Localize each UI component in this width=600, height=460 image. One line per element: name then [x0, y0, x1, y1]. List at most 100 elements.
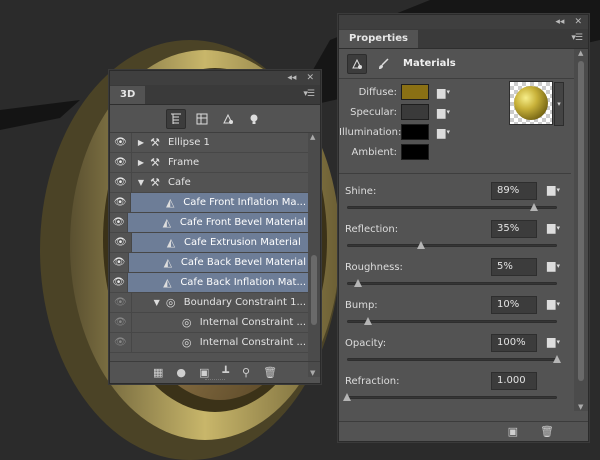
vertical-scrollbar[interactable]: ▲ ▼: [308, 133, 320, 377]
scroll-up-icon[interactable]: ▲: [578, 49, 583, 57]
reflection-value-input[interactable]: 35%: [491, 220, 537, 238]
new-light-icon[interactable]: ┻: [222, 366, 229, 379]
panel-menu-icon[interactable]: ▾☰: [303, 89, 315, 99]
visibility-eye-icon[interactable]: 👁: [110, 173, 132, 192]
scroll-down-icon[interactable]: ▼: [578, 403, 583, 411]
tab-properties[interactable]: Properties: [339, 30, 418, 48]
light-bulb-icon[interactable]: ●: [176, 366, 186, 379]
folder-icon[interactable]: ▆ ▾: [547, 183, 560, 196]
specular-color-swatch[interactable]: [401, 104, 429, 120]
bump-slider-track[interactable]: [347, 320, 557, 323]
diffuse-color-swatch[interactable]: [401, 84, 429, 100]
expand-toggle-icon[interactable]: ▼: [152, 298, 162, 307]
bump-slider-knob[interactable]: [364, 317, 372, 325]
layer-name: Internal Constraint ...: [199, 337, 306, 348]
3d-panel: ◂◂ ✕ 3D ▾☰ 👁 ▶ ⚒ Ellipse 1 👁 ▶ ⚒ Frame 👁 ▼ ⚒ Cafe 👁 ◭…: [109, 70, 321, 384]
visibility-eye-icon[interactable]: 👁: [110, 253, 129, 272]
visibility-eye-icon[interactable]: 👁: [110, 233, 132, 252]
tab-3d[interactable]: 3D: [110, 86, 146, 104]
illumination-color-swatch[interactable]: [401, 124, 429, 140]
new-material-icon[interactable]: ▣: [508, 425, 518, 438]
folder-icon[interactable]: ▆ ▾: [437, 106, 450, 119]
ambient-color-swatch[interactable]: [401, 144, 429, 160]
trash-icon[interactable]: 🗑: [263, 366, 277, 379]
shine-value-input[interactable]: 89%: [491, 182, 537, 200]
meshes-icon[interactable]: [192, 109, 212, 129]
visibility-eye-icon[interactable]: 👁: [110, 133, 132, 152]
folder-icon[interactable]: ▆ ▾: [437, 86, 450, 99]
lights-icon[interactable]: [244, 109, 264, 129]
visibility-eye-icon[interactable]: 👁: [110, 193, 132, 212]
trash-icon[interactable]: 🗑: [540, 425, 554, 438]
visibility-eye-icon[interactable]: 👁: [110, 313, 132, 332]
layer-row[interactable]: 👁 ◭ Cafe Front Bevel Material: [110, 213, 320, 233]
material-preview[interactable]: ▾: [509, 81, 564, 126]
visibility-eye-icon[interactable]: 👁: [110, 293, 132, 312]
folder-icon[interactable]: ▆ ▾: [437, 126, 450, 139]
expand-toggle-icon[interactable]: ▼: [136, 178, 146, 187]
close-icon[interactable]: ✕: [306, 73, 314, 83]
layer-name: Cafe: [168, 177, 191, 188]
opacity-value-input[interactable]: 100%: [491, 334, 537, 352]
layer-name: Cafe Back Inflation Mat...: [180, 277, 306, 288]
panel-titlebar[interactable]: ◂◂ ✕: [110, 71, 320, 85]
panel-titlebar[interactable]: ◂◂ ✕: [339, 15, 588, 29]
roughness-slider-track[interactable]: [347, 282, 557, 285]
bump-value-input[interactable]: 10%: [491, 296, 537, 314]
roughness-slider-knob[interactable]: [353, 279, 362, 287]
refraction-slider-track[interactable]: [347, 396, 557, 399]
panel-menu-icon[interactable]: ▾☰: [571, 33, 583, 43]
collapse-icon[interactable]: ◂◂: [555, 17, 564, 27]
layer-row[interactable]: 👁 ◎ Internal Constraint ...: [110, 333, 320, 353]
layer-row[interactable]: 👁 ◭ Cafe Back Bevel Material: [110, 253, 320, 273]
collapse-icon[interactable]: ◂◂: [287, 73, 296, 83]
material-picker-dropdown-icon[interactable]: ▾: [554, 82, 564, 126]
materials-icon[interactable]: [347, 53, 367, 74]
layer-row[interactable]: 👁 ◭ Cafe Back Inflation Mat...: [110, 273, 320, 293]
layer-row[interactable]: 👁 ◭ Cafe Front Inflation Ma...: [110, 193, 320, 213]
folder-icon[interactable]: ▆ ▾: [547, 297, 560, 310]
vertical-scrollbar[interactable]: ▲ ▼: [574, 49, 588, 411]
brush-icon[interactable]: [373, 54, 393, 74]
panel-footer: ▦ ● ▣ ┻ ⚲ 🗑: [110, 361, 320, 383]
opacity-slider-track[interactable]: [347, 358, 557, 361]
reflection-slider-knob[interactable]: [416, 241, 425, 249]
layer-row[interactable]: 👁 ▶ ⚒ Ellipse 1: [110, 133, 320, 153]
refraction-slider-knob[interactable]: [343, 393, 351, 401]
visibility-eye-icon[interactable]: 👁: [110, 333, 132, 352]
materials-icon[interactable]: [218, 109, 238, 129]
whole-scene-icon[interactable]: [166, 108, 186, 129]
layer-row[interactable]: 👁 ◎ Internal Constraint ...: [110, 313, 320, 333]
material-icon: ◭: [165, 196, 175, 209]
reflection-slider-track[interactable]: [347, 244, 557, 247]
render-icon[interactable]: ▦: [153, 366, 163, 379]
layer-row[interactable]: 👁 ◭ Cafe Extrusion Material: [110, 233, 320, 253]
material-icon: ◭: [163, 276, 172, 289]
folder-icon[interactable]: ▆ ▾: [547, 221, 560, 234]
new-mesh-icon[interactable]: ▣: [199, 366, 209, 379]
visibility-eye-icon[interactable]: 👁: [110, 153, 132, 172]
filter-bar: [110, 105, 320, 133]
shine-slider-knob[interactable]: [529, 203, 538, 211]
resize-grip[interactable]: [205, 379, 225, 381]
visibility-eye-icon[interactable]: 👁: [110, 273, 129, 292]
refraction-value-input[interactable]: 1.000: [491, 372, 537, 390]
scroll-thumb[interactable]: [578, 61, 584, 381]
scroll-thumb[interactable]: [311, 255, 317, 325]
expand-toggle-icon[interactable]: ▶: [136, 138, 146, 147]
layer-row[interactable]: 👁 ▶ ⚒ Frame: [110, 153, 320, 173]
shine-slider-track[interactable]: [347, 206, 557, 209]
roughness-value-input[interactable]: 5%: [491, 258, 537, 276]
opacity-slider-knob[interactable]: [553, 355, 561, 363]
expand-toggle-icon[interactable]: ▶: [136, 158, 146, 167]
folder-icon[interactable]: ▆ ▾: [547, 259, 560, 272]
layer-list[interactable]: 👁 ▶ ⚒ Ellipse 1 👁 ▶ ⚒ Frame 👁 ▼ ⚒ Cafe 👁 ◭ Cafe Front …: [110, 133, 320, 377]
folder-icon[interactable]: ▆ ▾: [547, 335, 560, 348]
layer-row[interactable]: 👁 ▼ ◎ Boundary Constraint 1...: [110, 293, 320, 313]
layer-row[interactable]: 👁 ▼ ⚒ Cafe: [110, 173, 320, 193]
layer-name: Cafe Back Bevel Material: [180, 257, 306, 268]
scroll-up-icon[interactable]: ▲: [310, 133, 315, 141]
constraint-add-icon[interactable]: ⚲: [242, 366, 250, 379]
visibility-eye-icon[interactable]: 👁: [110, 213, 128, 232]
close-icon[interactable]: ✕: [574, 17, 582, 27]
